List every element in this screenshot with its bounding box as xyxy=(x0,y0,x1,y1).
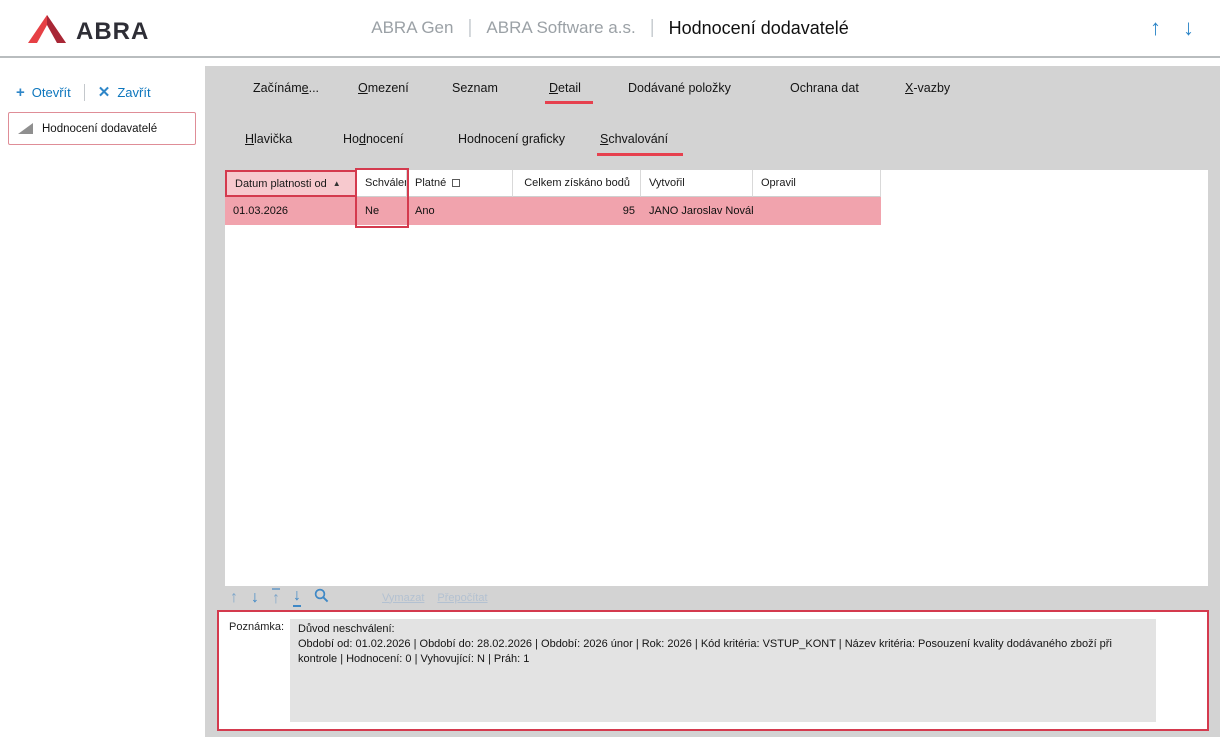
tab-hodnoceni[interactable]: Hodnocení xyxy=(343,132,403,146)
tab-x-vazby[interactable]: X-vazby xyxy=(905,81,950,95)
close-button-label: Zavřít xyxy=(117,85,150,100)
sidebar-item-label: Hodnocení dodavatelé xyxy=(42,123,157,135)
close-icon: ✕ xyxy=(98,85,111,100)
page-title: Hodnocení dodavatelé xyxy=(669,18,849,39)
move-first-icon[interactable]: ↑ xyxy=(272,588,280,607)
tab-dodavane-polozky[interactable]: Dodávané položky xyxy=(628,81,731,95)
tab-omezeni[interactable]: Omezení xyxy=(358,81,409,95)
tab-seznam[interactable]: Seznam xyxy=(452,81,498,95)
abra-window: ABRA ABRA Gen | ABRA Software a.s. | Hod… xyxy=(0,0,1220,737)
note-label: Poznámka: xyxy=(229,621,284,633)
cell-opravil xyxy=(753,197,881,225)
header: ABRA ABRA Gen | ABRA Software a.s. | Hod… xyxy=(0,0,1220,58)
record-navigation: ↑ ↓ xyxy=(1150,0,1194,56)
search-icon[interactable] xyxy=(314,588,329,607)
title-separator: | xyxy=(650,17,655,39)
column-header-platne[interactable]: Platné xyxy=(407,170,513,197)
column-header-schvaleno[interactable]: Schváleno xyxy=(357,170,407,197)
table-row-selected[interactable]: 01.03.2026 Ne Ano 95 JANO Jaroslav Novák xyxy=(225,197,881,225)
agenda-icon xyxy=(18,123,33,134)
column-header-vytvoril[interactable]: Vytvořil xyxy=(641,170,753,197)
next-record-icon[interactable]: ↓ xyxy=(1183,17,1194,39)
window-title-group: ABRA Gen | ABRA Software a.s. | Hodnocen… xyxy=(0,0,1220,56)
cell-schvaleno: Ne xyxy=(357,197,407,225)
vertical-divider xyxy=(84,84,85,101)
note-line: Období od: 01.02.2026 | Období do: 28.02… xyxy=(298,637,1148,667)
plus-icon: + xyxy=(16,85,25,100)
app-name: ABRA Gen xyxy=(371,18,453,38)
tab-detail[interactable]: Detail xyxy=(549,81,581,95)
previous-record-icon[interactable]: ↑ xyxy=(1150,17,1161,39)
cell-platne: Ano xyxy=(407,197,513,225)
note-memo-field: Důvod neschválení: Období od: 01.02.2026… xyxy=(290,619,1156,722)
company-name: ABRA Software a.s. xyxy=(486,18,635,38)
open-button-label: Otevřít xyxy=(32,85,71,100)
grid-toolbar: ↑ ↓ ↑ ↓ Vymazat Přepočítat xyxy=(230,588,488,607)
move-up-icon[interactable]: ↑ xyxy=(230,590,238,606)
title-separator: | xyxy=(467,17,472,39)
move-down-icon[interactable]: ↓ xyxy=(251,590,259,606)
sort-ascending-icon: ▲ xyxy=(333,179,341,188)
tab-ochrana-dat[interactable]: Ochrana dat xyxy=(790,81,859,95)
tab-schvalovani[interactable]: Schvalování xyxy=(600,132,668,146)
cell-vytvoril: JANO Jaroslav Novák xyxy=(641,197,753,225)
cell-datum-platnosti-od: 01.03.2026 xyxy=(225,197,357,225)
column-header-celkem-ziskano-bodu[interactable]: Celkem získáno bodů xyxy=(513,170,641,197)
main-area: Začínáme... Omezení Seznam Detail Dodáva… xyxy=(205,66,1220,737)
sidebar: + Otevřít ✕ Zavřít Hodnocení dodavatelé xyxy=(0,60,205,737)
tab-hlavicka[interactable]: Hlavička xyxy=(245,132,292,146)
recalculate-link[interactable]: Přepočítat xyxy=(437,592,487,604)
active-tab-underline xyxy=(545,101,593,104)
open-button[interactable]: + Otevřít xyxy=(16,85,71,100)
note-panel: Poznámka: Důvod neschválení: Období od: … xyxy=(217,610,1209,731)
move-last-icon[interactable]: ↓ xyxy=(293,588,301,607)
cell-celkem-ziskano-bodu: 95 xyxy=(513,197,641,225)
sidebar-item-hodnoceni-dodavatele[interactable]: Hodnocení dodavatelé xyxy=(8,112,196,145)
sidebar-actions: + Otevřít ✕ Zavřít xyxy=(16,84,151,101)
tab-zaciname[interactable]: Začínáme... xyxy=(253,81,319,95)
close-button[interactable]: ✕ Zavřít xyxy=(98,85,151,100)
column-header-datum-platnosti-od[interactable]: Datum platnosti od▲ xyxy=(225,170,357,197)
column-header-opravil[interactable]: Opravil xyxy=(753,170,881,197)
tab-hodnoceni-graficky[interactable]: Hodnocení graficky xyxy=(458,132,565,146)
grid-header-row: Datum platnosti od▲ Schváleno Platné Cel… xyxy=(225,170,881,197)
checkbox-icon xyxy=(452,179,460,187)
note-line: Důvod neschválení: xyxy=(298,622,1148,637)
active-tab-underline xyxy=(597,153,683,156)
records-grid: Datum platnosti od▲ Schváleno Platné Cel… xyxy=(225,170,1208,586)
clear-link[interactable]: Vymazat xyxy=(382,592,424,604)
